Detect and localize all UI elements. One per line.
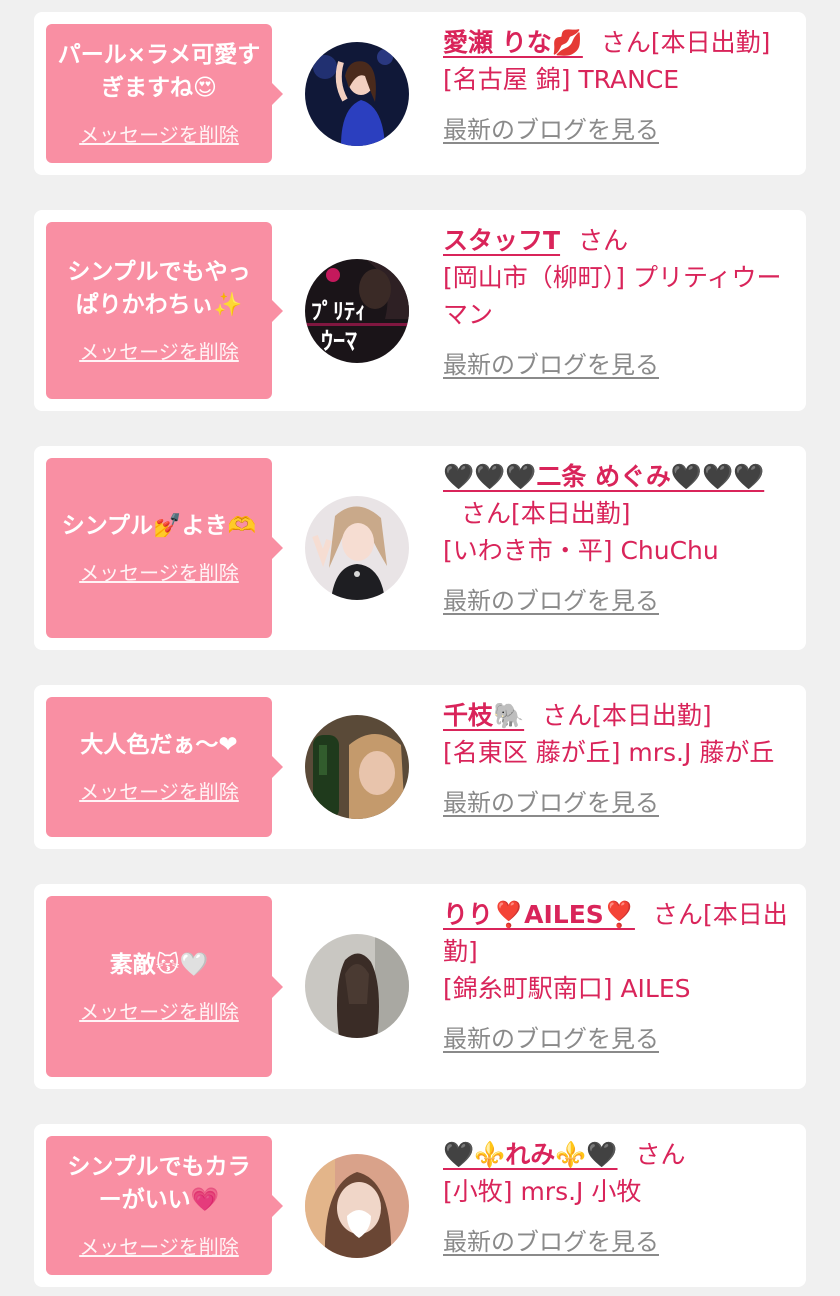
avatar[interactable] — [305, 496, 409, 600]
message-feed: パール×ラメ可愛すぎますね😍 メッセージを削除 愛瀬 りな💋 さん[本日出勤] [… — [0, 0, 840, 1296]
avatar[interactable] — [305, 934, 409, 1038]
message-bubble: パール×ラメ可愛すぎますね😍 メッセージを削除 — [46, 24, 283, 163]
sender-name-link[interactable]: スタッフT — [443, 226, 560, 255]
message-card: 大人色だぁ〜❤ メッセージを削除 千枝🐘 さん[本日出勤] [名東区 藤が丘] m… — [34, 685, 806, 849]
sender-name-link[interactable]: りり❣️AILES❣️ — [443, 900, 635, 929]
message-card: シンプルでもカラーがいい💗 メッセージを削除 🖤⚜️れみ⚜️🖤 さん [小牧] m… — [34, 1124, 806, 1287]
message-bubble: シンプルでもやっぱりかわちぃ✨ メッセージを削除 — [46, 222, 283, 399]
shop-name: [名古屋 錦] TRANCE — [443, 65, 680, 94]
delete-message-link[interactable]: メッセージを削除 — [79, 1231, 239, 1260]
sender-info: 🖤🖤🖤二条 めぐみ🖤🖤🖤 さん[本日出勤] [いわき市・平] ChuChu 最新の… — [443, 458, 795, 620]
work-status: [本日出勤] — [511, 499, 631, 528]
avatar[interactable] — [305, 1154, 409, 1258]
latest-blog-link[interactable]: 最新のブログを見る — [443, 1021, 659, 1058]
shop-name: [名東区 藤が丘] mrs.J 藤が丘 — [443, 738, 775, 767]
sender-name-link[interactable]: 🖤🖤🖤二条 めぐみ🖤🖤🖤 — [443, 462, 764, 491]
message-text: 大人色だぁ〜❤ — [80, 732, 238, 758]
message-bubble: 大人色だぁ〜❤ メッセージを削除 — [46, 697, 283, 837]
message-card: パール×ラメ可愛すぎますね😍 メッセージを削除 愛瀬 りな💋 さん[本日出勤] [… — [34, 12, 806, 175]
avatar[interactable] — [305, 715, 409, 819]
latest-blog-link[interactable]: 最新のブログを見る — [443, 112, 659, 149]
message-text: シンプルでもカラーがいい💗 — [67, 1154, 251, 1213]
shop-name: [錦糸町駅南口] AILES — [443, 974, 691, 1003]
sender-info: 千枝🐘 さん[本日出勤] [名東区 藤が丘] mrs.J 藤が丘 最新のブログを見… — [443, 697, 795, 822]
message-text: 素敵😽🤍 — [109, 951, 209, 978]
shop-name: [岡山市（柳町）] プリティウーマン — [443, 263, 782, 329]
latest-blog-link[interactable]: 最新のブログを見る — [443, 583, 659, 620]
avatar[interactable]: ﾌﾟﾘﾃｨ ｳｰﾏ — [305, 259, 409, 363]
sender-info: スタッフT さん [岡山市（柳町）] プリティウーマン 最新のブログを見る — [443, 222, 795, 384]
san-suffix: さん — [461, 499, 512, 528]
sender-info: 愛瀬 りな💋 さん[本日出勤] [名古屋 錦] TRANCE 最新のブログを見る — [443, 24, 795, 149]
delete-message-link[interactable]: メッセージを削除 — [79, 336, 239, 365]
message-card: シンプルでもやっぱりかわちぃ✨ メッセージを削除 ﾌﾟﾘﾃｨ ｳｰﾏ スタッフT… — [34, 210, 806, 411]
shop-name: [いわき市・平] ChuChu — [443, 536, 719, 565]
svg-text:ﾌﾟﾘﾃｨ: ﾌﾟﾘﾃｨ — [311, 299, 366, 325]
shop-name: [小牧] mrs.J 小牧 — [443, 1177, 642, 1206]
delete-message-link[interactable]: メッセージを削除 — [79, 557, 239, 586]
sender-name-link[interactable]: 愛瀬 りな💋 — [443, 28, 583, 57]
san-suffix: さん — [542, 701, 593, 730]
san-suffix: さん — [635, 1140, 686, 1169]
message-text: シンプルでもやっぱりかわちぃ✨ — [67, 259, 251, 318]
san-suffix: さん — [652, 900, 703, 929]
sender-name-link[interactable]: 千枝🐘 — [443, 701, 524, 730]
san-suffix: さん — [600, 28, 651, 57]
avatar[interactable] — [305, 42, 409, 146]
message-text: パール×ラメ可愛すぎますね😍 — [57, 42, 261, 101]
message-bubble: 素敵😽🤍 メッセージを削除 — [46, 896, 283, 1077]
sender-info: りり❣️AILES❣️ さん[本日出勤] [錦糸町駅南口] AILES 最新のブロ… — [443, 896, 795, 1058]
delete-message-link[interactable]: メッセージを削除 — [79, 776, 239, 805]
sender-info: 🖤⚜️れみ⚜️🖤 さん [小牧] mrs.J 小牧 最新のブログを見る — [443, 1136, 795, 1261]
sender-name-link[interactable]: 🖤⚜️れみ⚜️🖤 — [443, 1140, 618, 1169]
delete-message-link[interactable]: メッセージを削除 — [79, 996, 239, 1025]
message-text: シンプル💅よき🫶 — [61, 513, 257, 539]
delete-message-link[interactable]: メッセージを削除 — [79, 119, 239, 148]
latest-blog-link[interactable]: 最新のブログを見る — [443, 785, 659, 822]
svg-text:ｳｰﾏ: ｳｰﾏ — [321, 326, 357, 355]
latest-blog-link[interactable]: 最新のブログを見る — [443, 1224, 659, 1261]
san-suffix: さん — [578, 226, 629, 255]
message-card: 素敵😽🤍 メッセージを削除 りり❣️AILES❣️ さん[本日出勤] [錦糸町駅南… — [34, 884, 806, 1089]
message-bubble: シンプル💅よき🫶 メッセージを削除 — [46, 458, 283, 638]
work-status: [本日出勤] — [650, 28, 771, 57]
message-card: シンプル💅よき🫶 メッセージを削除 🖤🖤🖤二条 めぐみ🖤🖤🖤 さん[本日出勤] [… — [34, 446, 806, 650]
message-bubble: シンプルでもカラーがいい💗 メッセージを削除 — [46, 1136, 283, 1275]
work-status: [本日出勤] — [592, 701, 712, 730]
latest-blog-link[interactable]: 最新のブログを見る — [443, 347, 659, 384]
